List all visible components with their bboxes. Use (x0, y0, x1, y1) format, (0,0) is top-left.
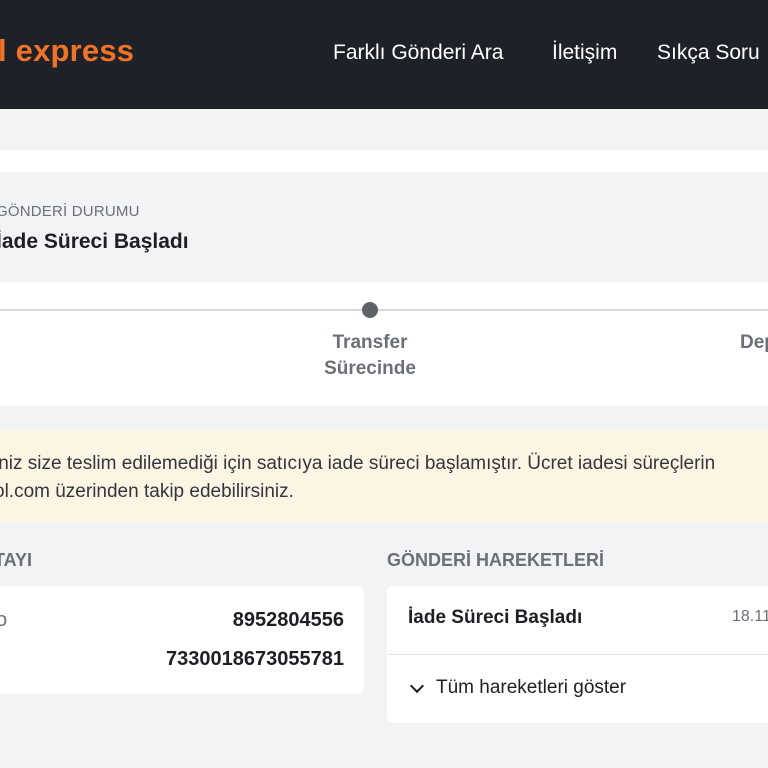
status-title: İade Süreci Başladı (0, 230, 189, 253)
step-label-transfer: Transfer Sürecinde (310, 330, 430, 382)
movement-item-date: 18.11. (732, 608, 768, 625)
movement-item-title: İade Süreci Başladı (408, 607, 583, 628)
order-number-value: 7330018673055781 (166, 648, 344, 670)
info-banner-line1: iniz size teslim edilemediği için satıcı… (0, 453, 716, 474)
nav-link-faq[interactable]: Sıkça Soru (657, 41, 760, 65)
tracking-number-value: 8952804556 (232, 609, 344, 631)
step-label-next: Dep (740, 330, 768, 356)
step-label-transfer-line1: Transfer (332, 332, 408, 353)
nav-link-contact[interactable]: İletişim (552, 41, 617, 65)
detail-label-partial: o (0, 609, 8, 631)
details-section-title: TAYI (0, 550, 33, 570)
content-top-strip (0, 150, 768, 172)
shipment-status-panel (0, 172, 768, 280)
info-banner-line2: ol.com üzerinden takip edebilirsiniz. (0, 481, 294, 502)
info-banner (0, 430, 768, 522)
brand-logo[interactable]: l express (0, 33, 134, 69)
movements-section-title: GÖNDERİ HAREKETLERİ (387, 550, 605, 570)
movement-divider (388, 654, 768, 655)
top-navbar: l express Farklı Gönderi Ara İletişim Sı… (0, 0, 768, 109)
nav-link-search-shipment[interactable]: Farklı Gönderi Ara (333, 41, 503, 65)
show-all-movements-button[interactable]: Tüm hareketleri göster (408, 677, 626, 699)
chevron-down-icon (409, 678, 425, 694)
progress-line (0, 309, 768, 311)
details-card (0, 586, 364, 694)
step-label-transfer-line2: Sürecinde (324, 358, 416, 379)
progress-current-dot (362, 302, 378, 318)
step-label-next-line1: Dep (740, 332, 768, 353)
show-all-movements-label: Tüm hareketleri göster (436, 677, 627, 698)
status-caption: GÖNDERİ DURUMU (0, 203, 140, 220)
